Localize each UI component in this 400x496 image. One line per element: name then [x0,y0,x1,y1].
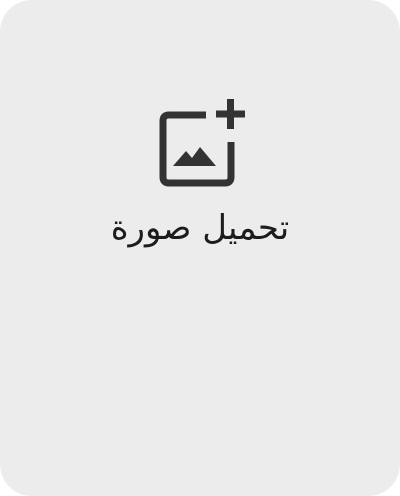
upload-image-label: تحميل صورة [110,208,290,248]
add-photo-icon [159,99,245,187]
upload-image-button[interactable]: تحميل صورة [0,0,400,496]
